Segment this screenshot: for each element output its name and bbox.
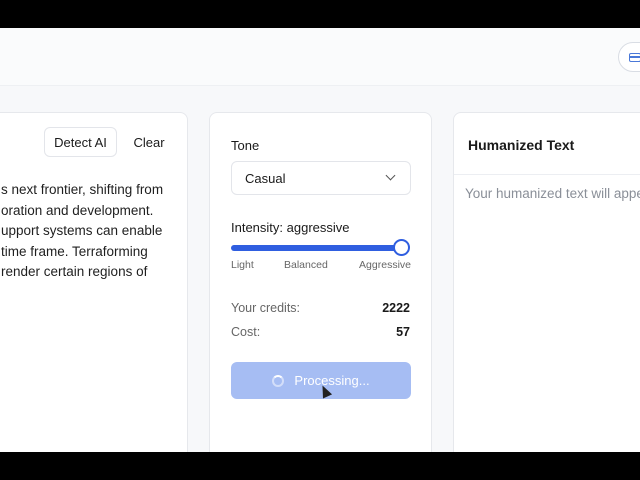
- detect-ai-button[interactable]: Detect AI: [44, 127, 117, 157]
- letterbox-top: [0, 0, 640, 28]
- billing-button[interactable]: [618, 42, 640, 72]
- tone-select[interactable]: Casual: [231, 161, 411, 195]
- app-viewport: Detect AI Clear s next frontier, shiftin…: [0, 28, 640, 452]
- tick-light: Light: [231, 259, 254, 271]
- letterbox-bottom: [0, 452, 640, 480]
- tone-select-value: Casual: [245, 171, 286, 186]
- input-text-line: upport systems can enable: [1, 223, 163, 238]
- credits-value: 2222: [382, 301, 410, 315]
- intensity-slider-thumb[interactable]: [393, 239, 410, 256]
- output-placeholder: Your humanized text will appe: [465, 186, 640, 201]
- chevron-down-icon: [385, 170, 396, 181]
- tick-aggressive: Aggressive: [359, 259, 411, 271]
- tick-balanced: Balanced: [284, 259, 328, 271]
- output-header: Humanized Text: [454, 113, 640, 175]
- spinner-icon: [272, 374, 285, 387]
- process-button-label: Processing...: [294, 373, 370, 388]
- output-title: Humanized Text: [468, 137, 575, 153]
- cost-value: 57: [396, 325, 410, 339]
- output-panel: Humanized Text Your humanized text will …: [453, 112, 640, 452]
- clear-button[interactable]: Clear: [121, 127, 177, 157]
- input-text-area[interactable]: s next frontier, shifting from oration a…: [1, 180, 191, 283]
- input-text-line: s next frontier, shifting from: [1, 182, 164, 197]
- cost-label: Cost:: [231, 325, 261, 339]
- input-text-line: oration and development.: [1, 202, 154, 218]
- top-bar: [0, 28, 640, 86]
- credits-label: Your credits:: [231, 301, 301, 315]
- intensity-label: Intensity: aggressive: [231, 220, 350, 235]
- input-text-line: time frame. Terraforming: [1, 243, 148, 259]
- input-panel: Detect AI Clear s next frontier, shiftin…: [0, 112, 188, 452]
- tone-label: Tone: [231, 138, 260, 153]
- input-text-line: render certain regions of: [1, 264, 148, 279]
- intensity-slider[interactable]: [231, 239, 410, 256]
- intensity-slider-fill: [231, 245, 401, 251]
- controls-panel: Tone Casual Intensity: aggressive Light …: [209, 112, 432, 452]
- card-icon: [629, 53, 640, 62]
